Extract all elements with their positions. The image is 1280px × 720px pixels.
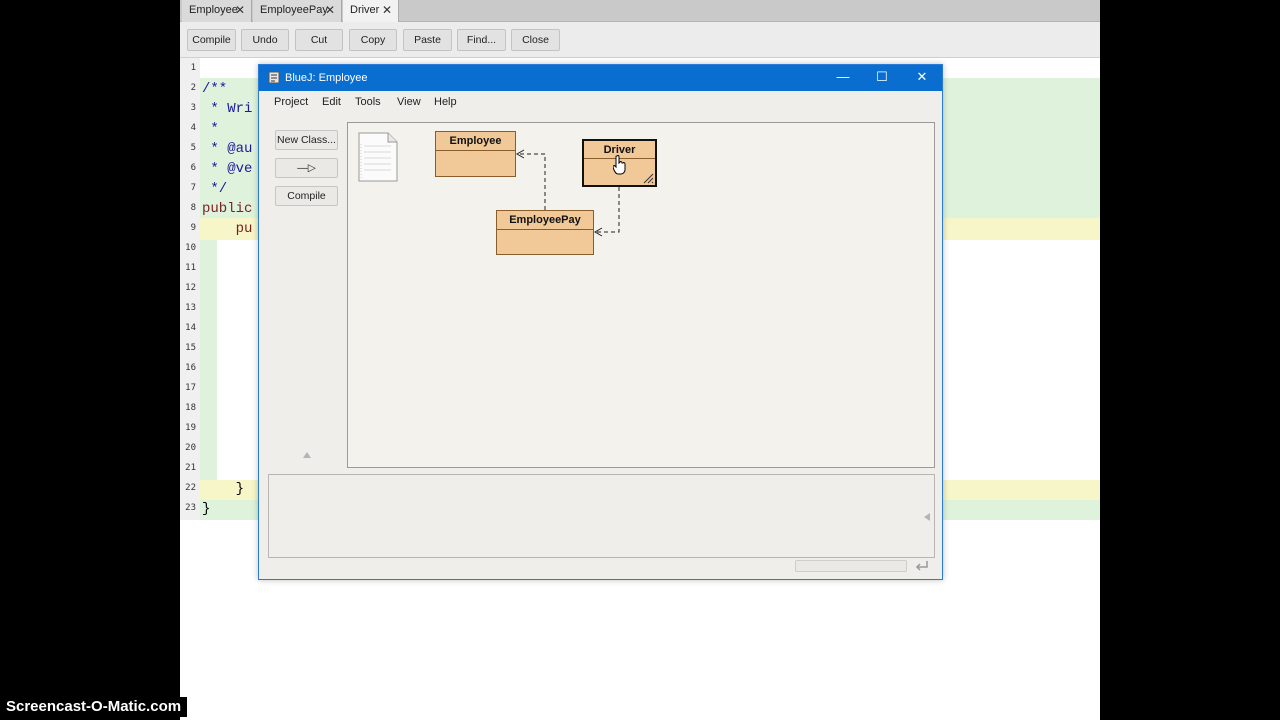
menu-bar: Project Edit Tools View Help [259,91,942,115]
compile-button[interactable]: Compile [187,29,236,51]
line-number: 14 [185,323,196,333]
code-line: } [202,481,245,497]
class-name: Employee [449,135,502,147]
screencast-watermark: Screencast-O-Matic.com [0,697,188,717]
line-number: 1 [190,63,196,73]
inheritance-arrow-button[interactable]: —▷ [275,158,338,178]
line-number: 11 [185,263,196,273]
code-line: * @ve [202,161,253,177]
menu-help[interactable]: Help [434,96,457,108]
window-close-button[interactable]: ✕ [902,65,942,91]
line-number: 2 [190,83,196,93]
line-number: 20 [185,443,196,453]
cut-button[interactable]: Cut [295,29,343,51]
code-line: /** [202,81,228,97]
line-number: 3 [190,103,196,113]
code-line: public [202,201,253,217]
code-line: * Wri [202,101,253,117]
line-number: 10 [185,243,196,253]
menu-project[interactable]: Project [274,96,308,108]
class-divider [436,150,515,151]
class-box-employeepay[interactable]: EmployeePay [496,210,594,255]
undo-button[interactable]: Undo [241,29,289,51]
readme-note-icon[interactable] [358,132,400,184]
new-class-button[interactable]: New Class... [275,130,338,150]
line-number: 23 [185,503,196,513]
tab-driver[interactable]: Driver ✕ [343,0,399,22]
code-line: * [202,121,219,137]
code-line: } [202,501,211,517]
copy-button[interactable]: Copy [349,29,397,51]
line-number: 6 [190,163,196,173]
line-number: 5 [190,143,196,153]
line-number: 21 [185,463,196,473]
line-number: 9 [190,223,196,233]
editor-tab-bar: Employee ✕ EmployeePay ✕ Driver ✕ [180,0,1100,22]
bluej-app-icon [268,71,280,84]
progress-indicator [795,560,907,572]
code-line: pu [202,221,253,237]
close-button[interactable]: Close [511,29,560,51]
class-box-employee[interactable]: Employee [435,131,516,177]
line-number: 8 [190,203,196,213]
code-line: */ [202,181,228,197]
tab-employeepay[interactable]: EmployeePay ✕ [253,0,342,22]
tab-label: Driver [350,4,380,16]
resize-handle-icon[interactable] [642,172,654,184]
line-number: 13 [185,303,196,313]
hand-cursor-icon [613,155,626,175]
line-number: 22 [185,483,196,493]
line-number: 19 [185,423,196,433]
editor-toolbar: Compile Undo Cut Copy Paste Find... Clos… [180,22,1100,58]
tab-employee[interactable]: Employee ✕ [182,0,252,22]
close-icon[interactable]: ✕ [235,3,245,17]
scroll-up-icon[interactable] [302,451,312,459]
line-number: 4 [190,123,196,133]
menu-edit[interactable]: Edit [322,96,341,108]
menu-tools[interactable]: Tools [355,96,381,108]
line-number: 7 [190,183,196,193]
compile-button[interactable]: Compile [275,186,338,206]
code-line: * @au [202,141,253,157]
message-pane [268,474,935,558]
class-name: EmployeePay [509,214,581,226]
paste-button[interactable]: Paste [403,29,452,51]
line-number: 18 [185,403,196,413]
tab-label: EmployeePay [260,4,328,16]
line-number: 15 [185,343,196,353]
class-diagram-canvas[interactable]: Employee Driver EmployeePay [347,122,935,468]
status-bar [259,555,942,579]
tab-label: Employee [189,4,238,16]
line-number: 12 [185,283,196,293]
line-number: 17 [185,383,196,393]
close-icon[interactable]: ✕ [382,3,392,17]
class-divider [497,229,593,230]
collapse-arrow-icon[interactable] [923,512,931,522]
title-bar[interactable]: BlueJ: Employee — ☐ ✕ [259,65,942,91]
window-title: BlueJ: Employee [285,72,368,84]
line-number: 16 [185,363,196,373]
find-button[interactable]: Find... [457,29,506,51]
bluej-project-window: BlueJ: Employee — ☐ ✕ Project Edit Tools… [258,64,943,580]
close-icon[interactable]: ✕ [325,3,335,17]
menu-view[interactable]: View [397,96,421,108]
maximize-button[interactable]: ☐ [862,65,902,91]
minimize-button[interactable]: — [823,65,863,91]
reset-machine-icon[interactable] [914,559,930,573]
